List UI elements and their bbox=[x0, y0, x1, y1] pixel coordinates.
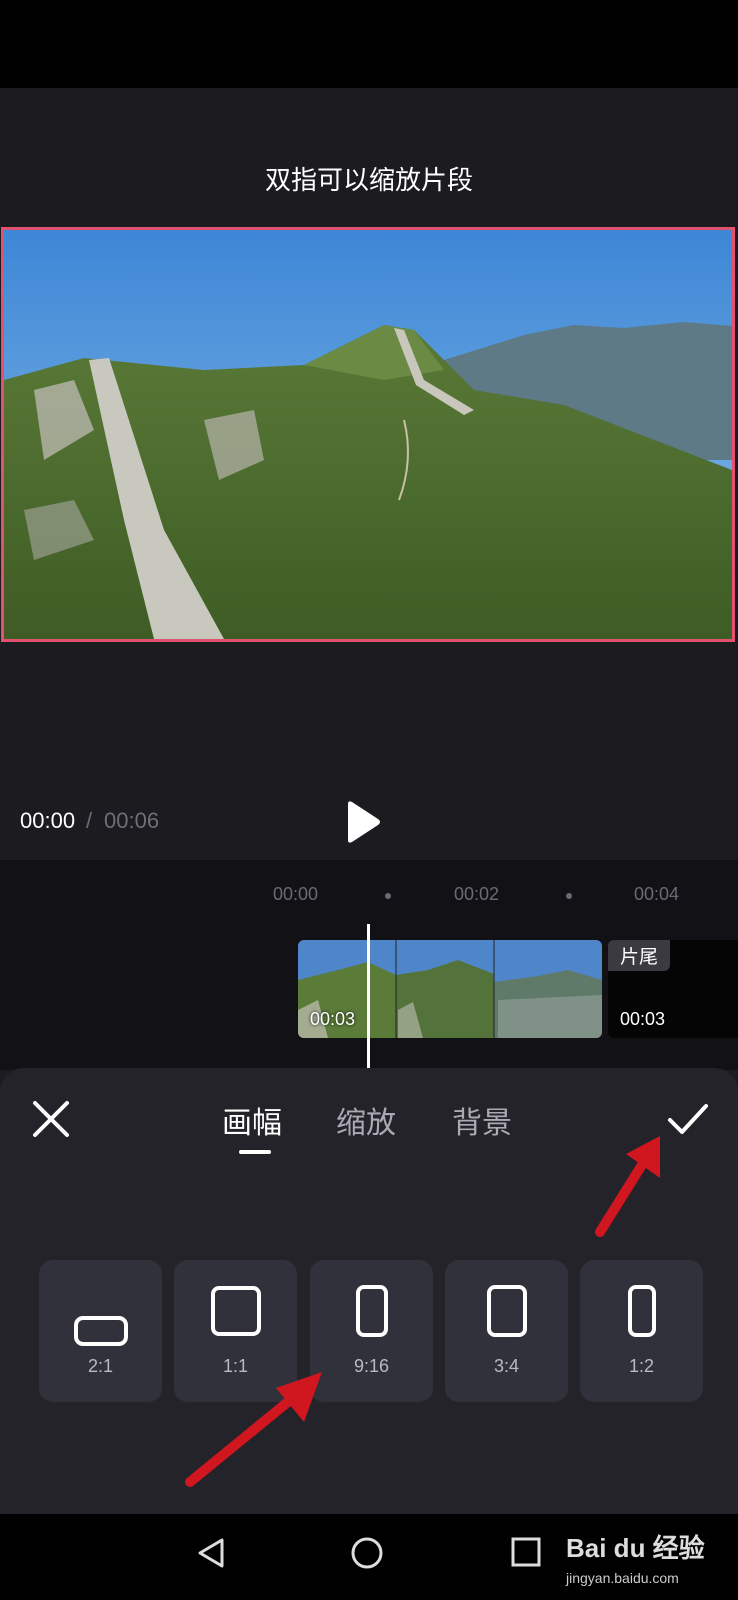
video-clip[interactable]: 00:03 bbox=[298, 940, 602, 1038]
watermark-url: jingyan.baidu.com bbox=[566, 1570, 679, 1586]
tab-background[interactable]: 背景 bbox=[452, 1098, 512, 1142]
check-icon bbox=[668, 1104, 708, 1134]
ratio-label: 3:4 bbox=[493, 1356, 520, 1376]
tab-zoom[interactable]: 缩放 bbox=[336, 1098, 396, 1142]
nav-home-button[interactable] bbox=[350, 1536, 384, 1574]
total-time: 00:06 bbox=[104, 808, 160, 833]
triangle-back-icon bbox=[198, 1538, 224, 1568]
ratio-option-1-1[interactable]: 1:1 bbox=[174, 1260, 297, 1402]
ruler-dot bbox=[385, 893, 391, 899]
canvas-settings-sheet: 画幅 缩放 背景 2:1 1:1 9:16 3:4 1:2 bbox=[0, 1068, 738, 1514]
ratio-1-2-icon bbox=[627, 1285, 656, 1337]
ruler-tick: 00:04 bbox=[634, 884, 680, 904]
end-clip-duration: 00:03 bbox=[620, 1009, 666, 1029]
hint-text: 双指可以缩放片段 bbox=[264, 166, 473, 196]
ratio-option-2-1[interactable]: 2:1 bbox=[39, 1260, 162, 1402]
close-button[interactable] bbox=[30, 1098, 72, 1140]
active-tab-indicator bbox=[239, 1150, 271, 1154]
ratio-option-3-4[interactable]: 3:4 bbox=[445, 1260, 568, 1402]
nav-back-button[interactable] bbox=[194, 1536, 228, 1574]
ruler-dot bbox=[566, 893, 572, 899]
current-time: 00:00 bbox=[20, 808, 76, 833]
watermark-brand: Bai du 经验 bbox=[566, 1533, 705, 1563]
square-recents-icon bbox=[511, 1537, 541, 1567]
end-clip-label: 片尾 bbox=[608, 940, 671, 971]
ratio-option-1-2[interactable]: 1:2 bbox=[580, 1260, 703, 1402]
landscape-image bbox=[4, 230, 732, 639]
close-icon bbox=[33, 1101, 69, 1137]
end-clip[interactable]: 片尾 00:03 bbox=[608, 940, 738, 1038]
ratio-option-9-16[interactable]: 9:16 bbox=[310, 1260, 433, 1402]
ratio-3-4-icon bbox=[486, 1285, 527, 1337]
play-icon bbox=[348, 801, 380, 843]
ratio-label: 1:2 bbox=[628, 1356, 655, 1376]
ratio-label: 9:16 bbox=[353, 1356, 390, 1376]
navigation-bar: Bai du 经验 jingyan.baidu.com bbox=[0, 1514, 738, 1600]
ratio-9-16-icon bbox=[355, 1285, 388, 1337]
status-bar bbox=[0, 0, 738, 88]
playhead[interactable] bbox=[367, 924, 370, 1070]
ratio-label: 2:1 bbox=[87, 1356, 114, 1376]
play-button[interactable] bbox=[344, 800, 384, 844]
ratio-label: 1:1 bbox=[222, 1356, 249, 1376]
time-separator: / bbox=[86, 808, 93, 833]
clip-duration: 00:03 bbox=[310, 1009, 356, 1029]
nav-recents-button[interactable] bbox=[510, 1536, 542, 1572]
tab-canvas[interactable]: 画幅 bbox=[222, 1098, 282, 1142]
ruler-tick: 00:02 bbox=[454, 884, 500, 904]
ratio-2-1-icon bbox=[73, 1316, 128, 1346]
timeline[interactable]: 00:00 00:02 00:04 00:03 片尾 00:03 bbox=[0, 860, 738, 1070]
ratio-1-1-icon bbox=[210, 1286, 261, 1336]
ruler-tick: 00:00 bbox=[273, 884, 319, 904]
circle-home-icon bbox=[351, 1537, 383, 1569]
video-preview[interactable] bbox=[1, 227, 735, 642]
confirm-button[interactable] bbox=[666, 1100, 710, 1140]
